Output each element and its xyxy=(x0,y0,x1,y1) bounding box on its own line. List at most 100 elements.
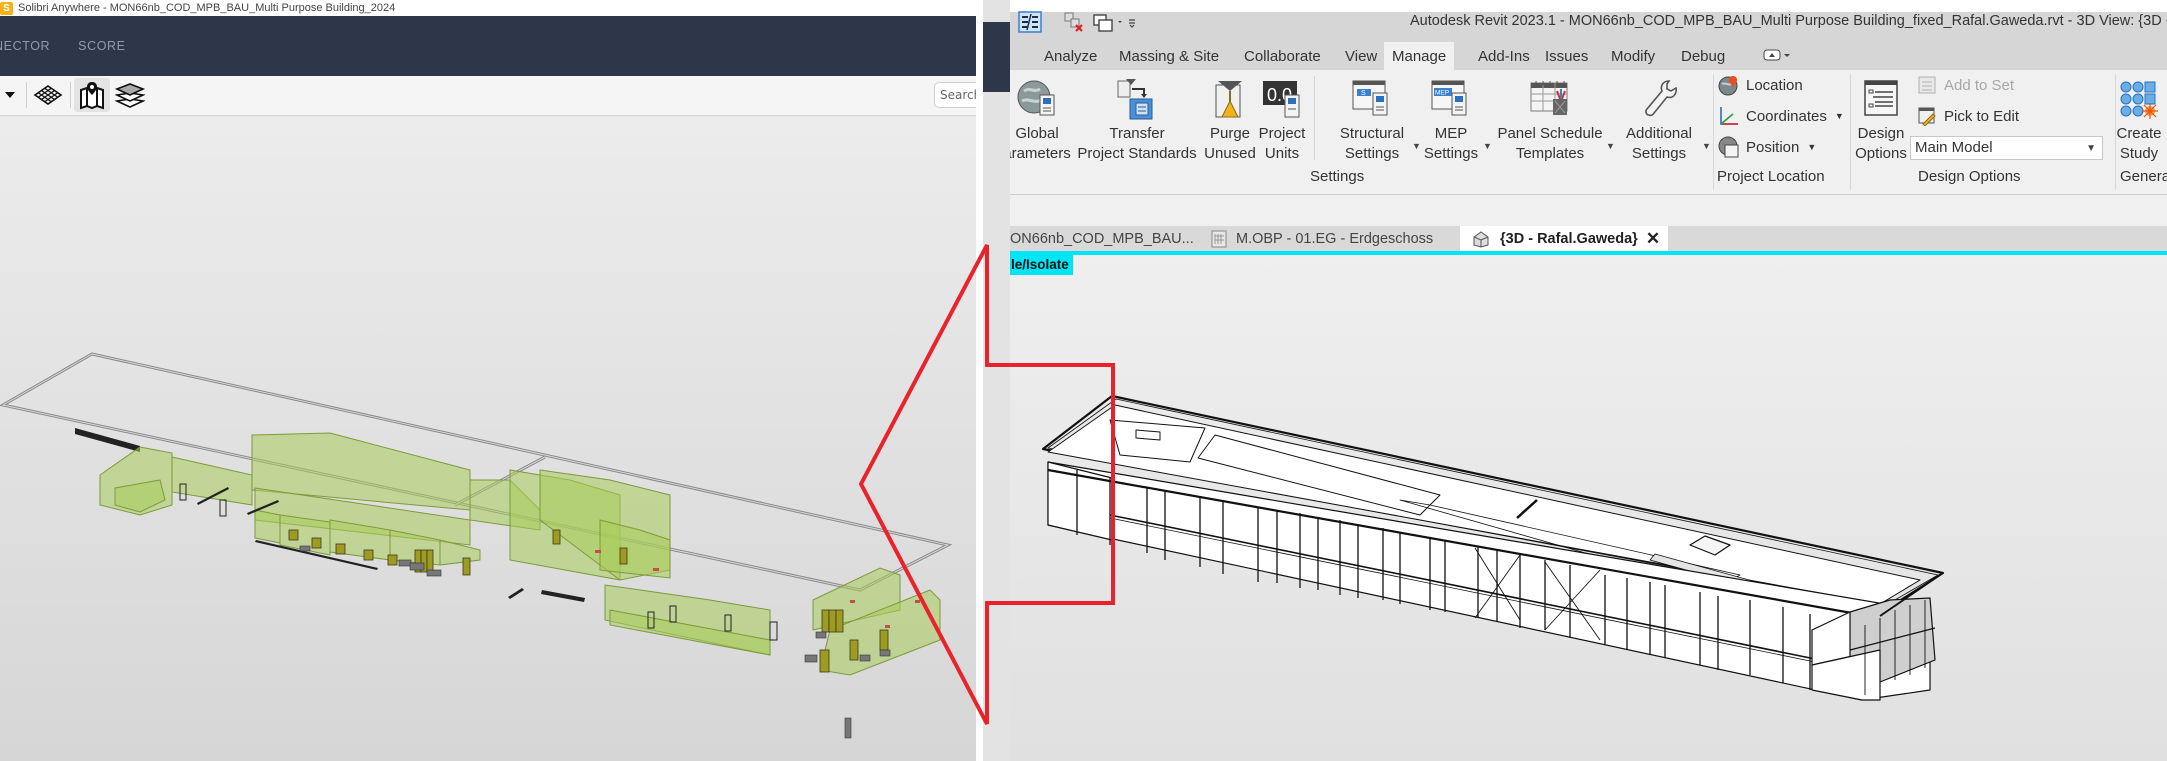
position-dropdown-caret-icon[interactable]: ▼ xyxy=(1807,142,1816,152)
tab-massing-site[interactable]: Massing & Site xyxy=(1111,44,1227,70)
project-units-label-2: Units xyxy=(1264,145,1300,162)
structural-settings-button[interactable]: S Structural Settings ▼ xyxy=(1332,74,1421,164)
project-units-button[interactable]: 0.0 Project Units xyxy=(1254,74,1310,164)
global-parameters-label-2: arameters xyxy=(1010,145,1071,162)
grid-plane-icon xyxy=(33,85,63,105)
qat-thin-lines-button[interactable] xyxy=(1017,11,1043,33)
add-to-set-button[interactable]: Add to Set xyxy=(1916,74,2014,96)
group-label-settings: Settings xyxy=(1310,168,1365,185)
ribbon-separator xyxy=(1314,76,1315,160)
position-icon xyxy=(1718,136,1739,158)
mep-settings-icon: MEP xyxy=(1431,80,1467,116)
view-tab-label: {3D - Rafal.Gaweda} xyxy=(1500,230,1638,247)
ribbon-panel-manage: Global arameters Transfer Project Standa… xyxy=(1010,70,2167,195)
tab-modify[interactable]: Modify xyxy=(1603,44,1663,70)
project-units-label-1: Project xyxy=(1258,125,1306,142)
additional-settings-dropdown-caret-icon[interactable]: ▼ xyxy=(1702,136,1711,156)
toolbar-divider xyxy=(70,82,71,108)
grid-plane-button[interactable] xyxy=(30,78,66,112)
panel-schedule-label-2: Templates xyxy=(1515,145,1585,162)
global-parameters-button[interactable]: Global arameters xyxy=(1010,74,1072,164)
purge-unused-button[interactable]: Purge Unused xyxy=(1202,74,1258,164)
structural-label-1: Structural xyxy=(1339,125,1405,142)
mep-label-1: MEP xyxy=(1434,125,1468,142)
solibri-view-toolbar: Search xyxy=(0,76,976,116)
ribbon-minimize-button[interactable] xyxy=(1755,44,1801,70)
temporary-hide-isolate-label: le/Isolate xyxy=(1010,255,1073,275)
coordinates-button[interactable]: Coordinates ▼ xyxy=(1718,105,1844,127)
view-tab-3d[interactable]: {3D - Rafal.Gaweda} ✕ xyxy=(1460,226,1669,251)
pick-to-edit-button[interactable]: Pick to Edit xyxy=(1916,105,2019,127)
nav-connector[interactable]: NECTOR xyxy=(0,39,50,53)
ribbon-group-separator xyxy=(1713,74,1714,190)
design-option-selected-value: Main Model xyxy=(1915,139,1993,156)
create-study-label-1: Create xyxy=(2116,125,2162,142)
tab-issues[interactable]: Issues xyxy=(1537,44,1596,70)
view-tab-label: ON66nb_COD_MPB_BAU... xyxy=(1010,230,1194,247)
group-label-generative: Generativ xyxy=(2120,168,2167,185)
solibri-3d-viewport[interactable] xyxy=(0,117,976,761)
coordinates-axes-icon xyxy=(1720,107,1738,125)
pick-to-edit-label: Pick to Edit xyxy=(1944,107,2020,125)
qat-switch-windows-button[interactable] xyxy=(1092,11,1136,33)
design-option-select[interactable]: Main Model ▼ xyxy=(1910,136,2103,160)
tab-debug[interactable]: Debug xyxy=(1673,44,1733,70)
background-window-header xyxy=(983,22,1010,92)
tab-manage[interactable]: Manage xyxy=(1384,42,1455,70)
map-pin-icon xyxy=(80,82,104,110)
location-button[interactable]: Location xyxy=(1718,74,1803,96)
close-tab-icon[interactable]: ✕ xyxy=(1646,229,1660,249)
revit-3d-viewport[interactable] xyxy=(1010,255,2167,761)
thin-lines-icon xyxy=(1018,11,1042,33)
add-to-set-label: Add to Set xyxy=(1944,76,2015,94)
group-label-project-location: Project Location xyxy=(1717,168,1825,185)
design-options-button[interactable]: Design Options xyxy=(1852,74,1910,164)
qat-close-hidden-windows-button[interactable] xyxy=(1062,11,1086,33)
transfer-project-standards-button[interactable]: Transfer Project Standards xyxy=(1074,74,1200,164)
tab-view[interactable]: View xyxy=(1337,44,1385,70)
design-options-label-2: Options xyxy=(1855,145,1907,162)
dropdown-caret-icon xyxy=(5,92,15,98)
additional-settings-button[interactable]: Additional Settings ▼ xyxy=(1618,74,1711,164)
chevron-down-icon: ▼ xyxy=(2086,143,2096,154)
view-tab-bar: ON66nb_COD_MPB_BAU... M.OBP - 01.EG - Er… xyxy=(1010,226,2167,251)
create-study-label-2: Study xyxy=(2119,145,2159,162)
nav-score[interactable]: SCORE xyxy=(78,39,125,53)
view-tab-label: M.OBP - 01.EG - Erdgeschoss xyxy=(1236,230,1434,247)
view-dropdown-button[interactable] xyxy=(0,78,28,112)
panel-schedule-dropdown-caret-icon[interactable]: ▼ xyxy=(1606,136,1615,156)
revit-window-title: Autodesk Revit 2023.1 - MON66nb_COD_MPB_… xyxy=(1410,13,2167,29)
group-label-design-options: Design Options xyxy=(1918,168,2021,185)
solibri-window: S Solibri Anywhere - MON66nb_COD_MPB_BAU… xyxy=(0,0,976,761)
coordinates-dropdown-caret-icon[interactable]: ▼ xyxy=(1835,111,1844,121)
view-tab-floor-plan[interactable]: M.OBP - 01.EG - Erdgeschoss xyxy=(1210,226,1433,251)
location-globe-icon xyxy=(1718,76,1738,96)
design-options-icon xyxy=(1864,80,1898,116)
map-view-button[interactable] xyxy=(74,78,110,112)
mep-settings-button[interactable]: MEP MEP Settings ▼ xyxy=(1421,74,1492,164)
search-input[interactable]: Search xyxy=(934,82,976,108)
structural-label-2: Settings xyxy=(1344,145,1400,162)
layers-button[interactable] xyxy=(112,78,148,112)
mep-dropdown-caret-icon[interactable]: ▼ xyxy=(1483,136,1492,156)
solibri-window-title: Solibri Anywhere - MON66nb_COD_MPB_BAU_M… xyxy=(18,2,396,14)
position-button[interactable]: Position ▼ xyxy=(1718,136,1816,158)
panel-schedule-icon xyxy=(1530,81,1568,115)
create-study-button[interactable]: Create Study xyxy=(2110,74,2167,164)
revit-window: Autodesk Revit 2023.1 - MON66nb_COD_MPB_… xyxy=(1010,0,2167,761)
tab-add-ins[interactable]: Add-Ins xyxy=(1470,44,1538,70)
solibri-building-model xyxy=(0,352,953,739)
position-label: Position xyxy=(1746,138,1800,156)
tab-analyze[interactable]: Analyze xyxy=(1036,44,1105,70)
panel-schedule-templates-button[interactable]: Panel Schedule Templates ▼ xyxy=(1496,74,1615,164)
global-parameters-label-1: Global xyxy=(1015,125,1059,142)
tab-collaborate[interactable]: Collaborate xyxy=(1236,44,1329,70)
svg-text:S: S xyxy=(1361,90,1366,97)
solibri-logo-icon: S xyxy=(0,1,13,15)
view-tab-project[interactable]: ON66nb_COD_MPB_BAU... xyxy=(1010,226,1194,251)
revit-building-model xyxy=(1041,394,1945,701)
structural-dropdown-caret-icon[interactable]: ▼ xyxy=(1412,136,1421,156)
close-hidden-windows-icon xyxy=(1064,12,1083,32)
pick-to-edit-icon xyxy=(1918,107,1936,126)
project-units-icon: 0.0 xyxy=(1263,81,1300,118)
